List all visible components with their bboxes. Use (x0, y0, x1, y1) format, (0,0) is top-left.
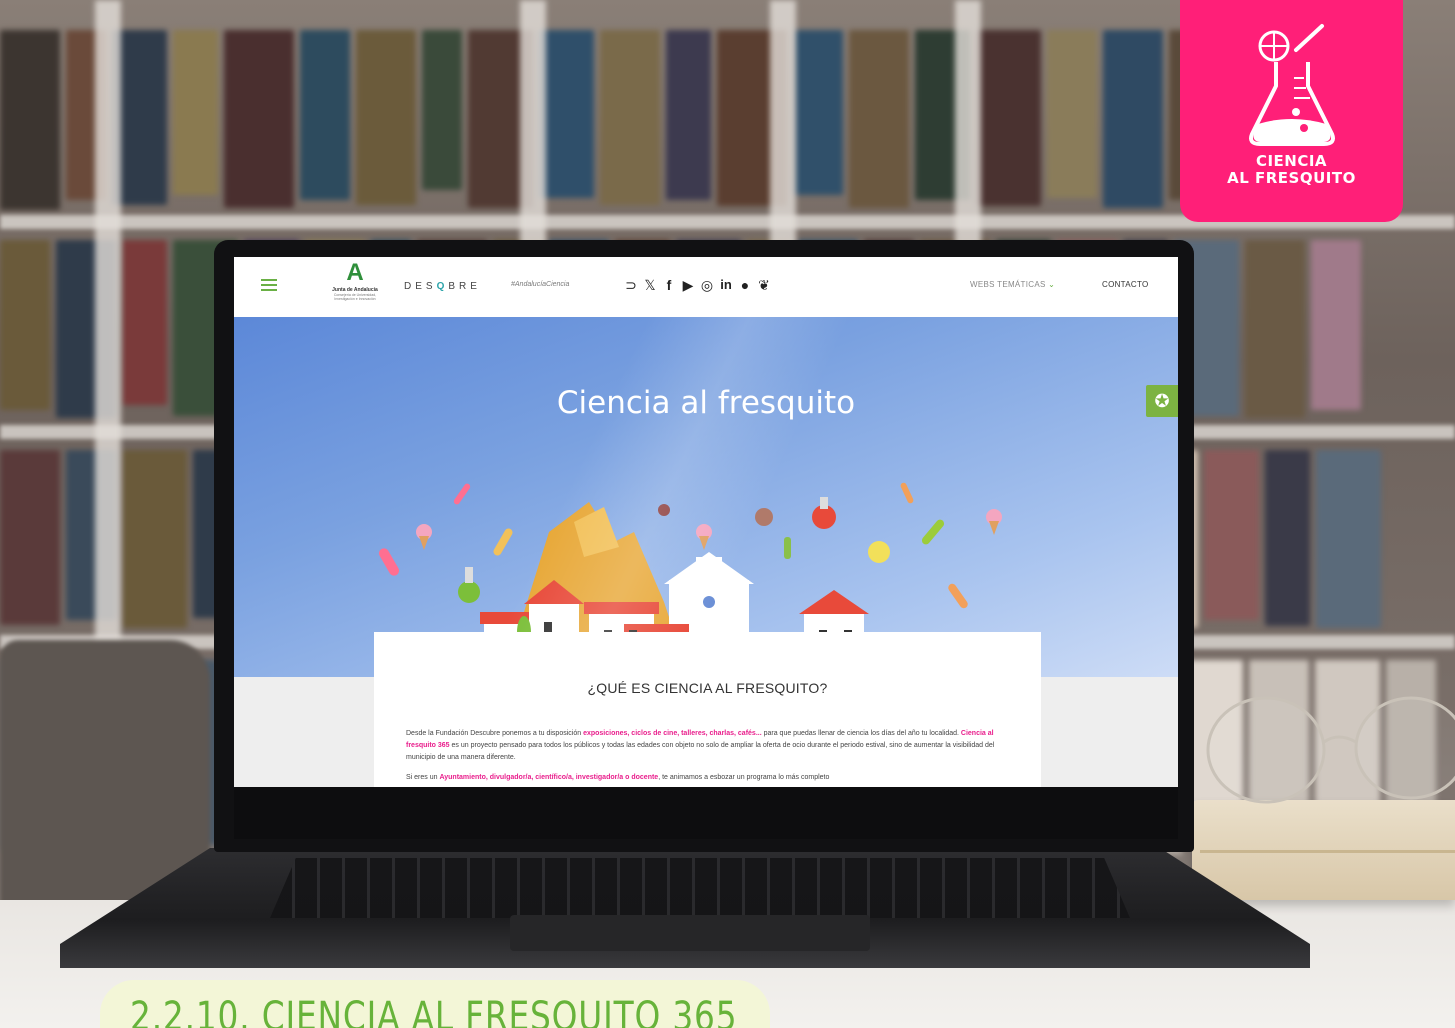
screen-bezel-bottom (234, 787, 1178, 839)
junta-logo-mark: A (346, 259, 364, 286)
card-paragraph-1: Desde la Fundación Descubre ponemos a tu… (406, 728, 1016, 764)
accessibility-icon[interactable]: ✪ (1146, 385, 1178, 417)
badge-text: CIENCIA AL FRESQUITO (1180, 153, 1403, 187)
bluesky-icon[interactable]: ❦ (757, 277, 771, 294)
content-card: ¿QUÉ ES CIENCIA AL FRESQUITO? Desde la F… (374, 632, 1041, 787)
site-navbar: A Junta de Andalucía Consejería de Unive… (234, 257, 1178, 317)
section-heading-pill: 2.2.10. CIENCIA AL FRESQUITO 365 (100, 980, 770, 1028)
paragraph-text: Desde la Fundación Descubre ponemos a tu… (406, 730, 584, 737)
card-title: ¿QUÉ ES CIENCIA AL FRESQUITO? (587, 680, 828, 696)
laptop-screen: A Junta de Andalucía Consejería de Unive… (234, 257, 1178, 787)
contacto-link[interactable]: CONTACTO (1102, 280, 1149, 289)
linkedin-icon[interactable]: in (719, 277, 733, 294)
eyeglasses (1206, 696, 1455, 804)
paragraph-text: para que puedas llenar de ciencia los dí… (761, 730, 961, 737)
paragraph-text: , te animamos a esbozar un programa lo m… (658, 774, 830, 781)
paragraph-highlight: Ayuntamiento, divulgador/a, científico/a… (439, 774, 659, 781)
facebook-icon[interactable]: f (662, 277, 676, 294)
laptop-touchpad (510, 915, 870, 951)
junta-andalucia-logo[interactable]: A Junta de Andalucía Consejería de Unive… (320, 261, 390, 313)
section-heading: 2.2.10. CIENCIA AL FRESQUITO 365 (130, 994, 738, 1028)
badge-line-1: CIENCIA (1255, 152, 1328, 170)
paragraph-text: Si eres un (406, 774, 440, 781)
laptop-keyboard (270, 858, 1130, 918)
hamburger-icon[interactable] (261, 279, 277, 291)
screen-glare (464, 317, 944, 677)
paragraph-highlight: exposiciones, ciclos de cine, talleres, … (583, 730, 762, 737)
paragraph-text: es un proyecto pensado para todos los pú… (406, 742, 995, 761)
rss-icon[interactable]: ⊃ (624, 277, 638, 294)
junta-logo-subtitle-2: Investigación e Innovación (334, 297, 376, 301)
instagram-icon[interactable]: ◎ (700, 277, 714, 294)
descubre-logo[interactable]: DESQBRE (404, 281, 481, 292)
youtube-icon[interactable]: ▶ (681, 277, 695, 294)
webs-tematicas-label: WEBS TEMÁTICAS (970, 280, 1046, 289)
hashtag-link[interactable]: #AndalucíaCiencia (511, 281, 569, 288)
card-paragraph-2: Si eres un Ayuntamiento, divulgador/a, c… (406, 772, 1016, 784)
badge-line-2: AL FRESQUITO (1227, 169, 1356, 187)
social-links: ⊃ 𝕏 f ▶ ◎ in ● ❦ (624, 277, 771, 294)
flask-icon (1249, 24, 1335, 146)
ciencia-al-fresquito-logo: CIENCIA AL FRESQUITO (1180, 0, 1403, 222)
hero-banner: Ciencia al fresquito (234, 317, 1178, 677)
webs-tematicas-menu[interactable]: WEBS TEMÁTICAS ⌄ (970, 280, 1055, 289)
chevron-down-icon: ⌄ (1048, 280, 1056, 289)
spotify-icon[interactable]: ● (738, 277, 752, 294)
x-icon[interactable]: 𝕏 (643, 277, 657, 294)
